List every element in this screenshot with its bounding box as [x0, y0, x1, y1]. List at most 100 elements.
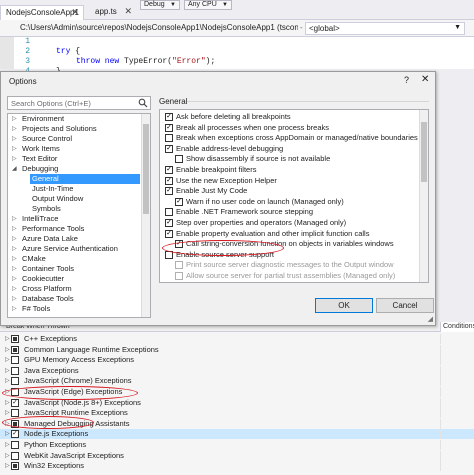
checkbox[interactable]: ✓ [165, 187, 173, 196]
chevron-right-icon[interactable]: ▷ [5, 345, 10, 355]
exception-checkbox[interactable] [11, 345, 19, 354]
exception-row[interactable]: ▷ Java Exceptions [0, 365, 474, 376]
chevron-right-icon[interactable]: ▷ [5, 355, 10, 365]
checkbox[interactable]: ✓ [165, 123, 173, 132]
exception-row[interactable]: ▷ ✓ JavaScript (Node.js 8+) Exceptions [0, 397, 474, 408]
chevron-right-icon[interactable]: ▷ [12, 254, 20, 264]
tree-item[interactable]: ▷ Cookiecutter [8, 274, 150, 284]
chevron-right-icon[interactable]: ▷ [5, 440, 10, 450]
chevron-right-icon[interactable]: ▷ [12, 224, 20, 234]
tree-item[interactable]: Just-In-Time [8, 184, 150, 194]
checkbox[interactable]: ✓ [165, 113, 173, 121]
exception-row[interactable]: ▷ GPU Memory Access Exceptions [0, 355, 474, 366]
exception-checkbox[interactable] [11, 366, 19, 375]
exception-checkbox[interactable] [11, 356, 19, 365]
exception-conditions-cell[interactable] [440, 418, 474, 429]
exception-conditions-cell[interactable] [440, 429, 474, 440]
chevron-right-icon[interactable]: ▷ [5, 334, 10, 344]
tree-item[interactable]: ◢ Debugging [8, 164, 150, 174]
options-scrollbar[interactable] [419, 110, 428, 282]
exception-conditions-cell[interactable] [440, 376, 474, 387]
column-header-conditions[interactable]: Conditions [440, 322, 474, 332]
chevron-right-icon[interactable]: ▷ [12, 234, 20, 244]
tree-item[interactable]: ▷ Container Tools [8, 264, 150, 274]
exception-conditions-cell[interactable] [440, 440, 474, 450]
tree-item[interactable]: ▷ Work Items [8, 144, 150, 154]
close-icon[interactable]: ✕ [71, 7, 79, 18]
exception-checkbox[interactable] [11, 462, 19, 471]
exception-row[interactable]: ▷ ✓ Node.js Exceptions [0, 429, 474, 440]
exception-conditions-cell[interactable] [440, 408, 474, 419]
exception-row[interactable]: ▷ C++ Exceptions [0, 334, 474, 344]
chevron-right-icon[interactable]: ▷ [12, 294, 20, 304]
chevron-right-icon[interactable]: ▷ [5, 429, 10, 439]
close-icon[interactable]: ✕ [421, 74, 429, 85]
search-icon[interactable] [138, 98, 148, 108]
tree-item[interactable]: Output Window [8, 194, 150, 204]
scroll-thumb[interactable] [421, 122, 427, 182]
chevron-right-icon[interactable]: ▷ [12, 124, 20, 134]
exception-row[interactable]: ▷ JavaScript (Edge) Exceptions [0, 387, 474, 397]
checkbox[interactable]: ✓ [165, 166, 173, 174]
chevron-right-icon[interactable]: ▷ [5, 451, 10, 461]
scroll-thumb[interactable] [143, 124, 149, 214]
checkbox[interactable] [165, 250, 173, 259]
exception-row[interactable]: ▷ WebKit JavaScript Exceptions [0, 450, 474, 461]
exception-checkbox[interactable] [11, 441, 19, 449]
close-icon[interactable]: ✕ [124, 6, 132, 17]
tree-item[interactable]: ▷ Database Tools [8, 294, 150, 304]
checkbox[interactable]: ✓ [165, 144, 173, 153]
checkbox[interactable]: ✓ [165, 229, 173, 238]
chevron-right-icon[interactable]: ▷ [5, 419, 10, 429]
exception-checkbox[interactable]: ✓ [11, 430, 19, 439]
chevron-right-icon[interactable]: ▷ [5, 376, 10, 386]
checkbox[interactable] [175, 155, 183, 164]
resize-grip-icon[interactable]: ◢ [428, 315, 433, 323]
chevron-expanded-icon[interactable]: ◢ [12, 164, 20, 174]
exception-checkbox[interactable] [11, 409, 19, 418]
exception-checkbox[interactable] [11, 377, 19, 386]
chevron-right-icon[interactable]: ▷ [12, 134, 20, 144]
configuration-dropdown[interactable]: Debug ▼ [140, 0, 180, 10]
chevron-right-icon[interactable]: ▷ [12, 214, 20, 224]
exception-row[interactable]: ▷ JavaScript Runtime Exceptions [0, 408, 474, 419]
exception-row[interactable]: ▷ Win32 Exceptions [0, 461, 474, 472]
search-options-input[interactable]: Search Options (Ctrl+E) [7, 96, 151, 110]
checkbox[interactable]: ✓ [165, 176, 173, 185]
tree-item[interactable]: ▷ Cross Platform [8, 284, 150, 294]
exception-conditions-cell[interactable] [440, 355, 474, 366]
tree-item[interactable]: ▷ Azure Data Lake [8, 234, 150, 244]
chevron-right-icon[interactable]: ▷ [12, 304, 20, 314]
chevron-right-icon[interactable]: ▷ [12, 144, 20, 154]
checkbox[interactable]: ✓ [165, 219, 173, 227]
checkbox[interactable]: ✓ [175, 197, 183, 206]
tree-item[interactable]: ▷ CMake [8, 254, 150, 264]
tree-item[interactable]: Symbols [8, 204, 150, 214]
options-tree[interactable]: ▷ Environment ▷ Projects and Solutions ▷ Sour… [7, 113, 151, 318]
checkbox[interactable] [165, 134, 173, 143]
exception-conditions-cell[interactable] [440, 387, 474, 397]
chevron-right-icon[interactable]: ▷ [5, 398, 10, 408]
tree-item[interactable]: ▷ Azure Service Authentication [8, 244, 150, 254]
chevron-right-icon[interactable]: ▷ [5, 387, 10, 397]
tree-item[interactable]: ▷ Environment [8, 114, 150, 124]
chevron-right-icon[interactable]: ▷ [12, 244, 20, 254]
tree-item[interactable]: General [8, 174, 150, 184]
exception-checkbox[interactable] [11, 419, 19, 428]
chevron-right-icon[interactable]: ▷ [5, 408, 10, 418]
exception-conditions-cell[interactable] [440, 365, 474, 376]
tree-item[interactable]: ▷ Projects and Solutions [8, 124, 150, 134]
chevron-right-icon[interactable]: ▷ [12, 114, 20, 124]
checkbox[interactable] [165, 208, 173, 217]
tree-item[interactable]: ▷ Text Editor [8, 154, 150, 164]
chevron-right-icon[interactable]: ▷ [12, 264, 20, 274]
exception-checkbox[interactable] [11, 335, 19, 343]
chevron-right-icon[interactable]: ▷ [5, 461, 10, 471]
exception-row[interactable]: ▷ Managed Debugging Assistants [0, 418, 474, 429]
exception-conditions-cell[interactable] [440, 334, 474, 344]
tree-scrollbar[interactable] [141, 114, 150, 317]
exception-conditions-cell[interactable] [440, 450, 474, 461]
chevron-right-icon[interactable]: ▷ [12, 284, 20, 294]
cancel-button[interactable]: Cancel [376, 298, 434, 313]
tree-item[interactable]: ▷ Performance Tools [8, 224, 150, 234]
